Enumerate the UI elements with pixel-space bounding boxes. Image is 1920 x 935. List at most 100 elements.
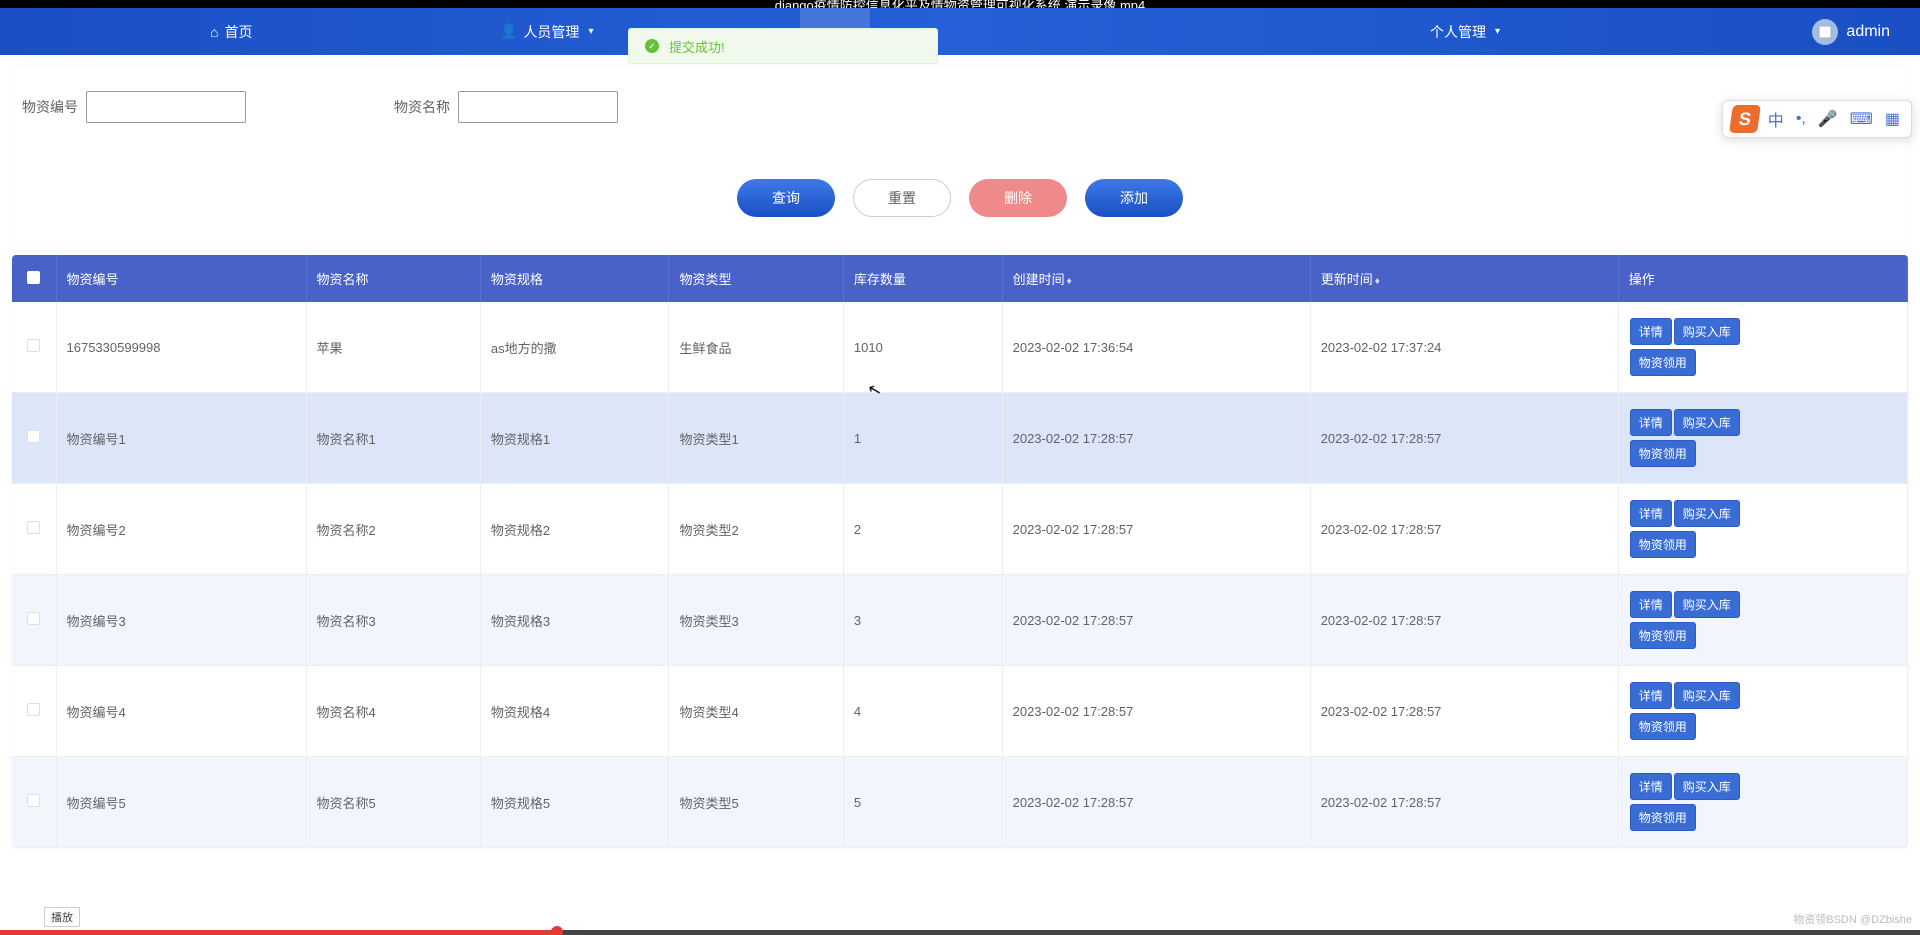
receive-button[interactable]: 物资领用 [1630,713,1696,740]
detail-button[interactable]: 详情 [1630,682,1672,709]
table-row[interactable]: 物资编号5物资名称5物资规格5物资类型552023-02-02 17:28:57… [12,757,1908,848]
detail-button[interactable]: 详情 [1630,773,1672,800]
sort-icon: ♦ [1375,276,1380,287]
cell-stock: 3 [843,575,1002,666]
cell-created: 2023-02-02 17:28:57 [1002,666,1310,757]
cell-spec: 物资规格1 [480,393,669,484]
ime-punct-icon[interactable]: •, [1793,110,1809,128]
select-all-checkbox[interactable] [27,271,40,284]
detail-button[interactable]: 详情 [1630,500,1672,527]
success-toast: ✓ 提交成功! [628,28,938,64]
detail-button[interactable]: 详情 [1630,409,1672,436]
cell-spec: 物资规格5 [480,757,669,848]
ime-lang[interactable]: 中 [1765,107,1787,131]
cell-stock: 1010 [843,302,1002,393]
cell-type: 生鲜食品 [669,302,843,393]
reset-button[interactable]: 重置 [853,179,951,217]
cell-updated: 2023-02-02 17:28:57 [1310,575,1618,666]
person-icon: 👤 [500,23,517,40]
material-name-label: 物资名称 [394,97,450,117]
receive-button[interactable]: 物资领用 [1630,440,1696,467]
cell-created: 2023-02-02 17:28:57 [1002,393,1310,484]
row-checkbox[interactable] [27,612,40,625]
row-checkbox[interactable] [27,430,40,443]
search-panel: 物资编号 物资名称 查询 重置 删除 添加 [12,67,1908,241]
table-row[interactable]: 物资编号1物资名称1物资规格1物资类型112023-02-02 17:28:57… [12,393,1908,484]
cell-code: 物资编号4 [56,666,306,757]
buyin-button[interactable]: 购买入库 [1674,591,1740,618]
video-scrubber[interactable] [551,926,563,935]
table-row[interactable]: 物资编号3物资名称3物资规格3物资类型332023-02-02 17:28:57… [12,575,1908,666]
receive-button[interactable]: 物资领用 [1630,531,1696,558]
avatar [1812,19,1838,45]
cell-type: 物资类型3 [669,575,843,666]
buyin-button[interactable]: 购买入库 [1674,500,1740,527]
main-header: ⌂ 首页 👤 人员管理 ▾ 个人管理 ▾ admin [0,8,1920,55]
table-row[interactable]: 1675330599998苹果as地方的撒生鲜食品10102023-02-02 … [12,302,1908,393]
receive-button[interactable]: 物资领用 [1630,349,1696,376]
watermark: 物资领BSDN @DZbishe [1793,911,1912,927]
cell-name: 物资名称2 [306,484,480,575]
col-code[interactable]: 物资编号 [56,255,306,302]
cell-updated: 2023-02-02 17:28:57 [1310,666,1618,757]
material-code-input[interactable] [86,91,246,123]
row-checkbox[interactable] [27,703,40,716]
material-name-input[interactable] [458,91,618,123]
username: admin [1846,23,1890,41]
row-checkbox[interactable] [27,794,40,807]
cell-type: 物资类型4 [669,666,843,757]
toast-text: 提交成功! [669,37,725,56]
add-button[interactable]: 添加 [1085,179,1183,217]
home-icon: ⌂ [210,24,218,40]
detail-button[interactable]: 详情 [1630,591,1672,618]
buyin-button[interactable]: 购买入库 [1674,773,1740,800]
buyin-button[interactable]: 购买入库 [1674,318,1740,345]
cell-actions: 详情购买入库物资领用 [1618,302,1907,393]
cell-code: 物资编号1 [56,393,306,484]
cell-spec: 物资规格3 [480,575,669,666]
col-spec[interactable]: 物资规格 [480,255,669,302]
nav-home-label: 首页 [224,22,252,42]
cell-stock: 1 [843,393,1002,484]
grid-icon[interactable]: ▦ [1882,109,1903,129]
receive-button[interactable]: 物资领用 [1630,622,1696,649]
col-name[interactable]: 物资名称 [306,255,480,302]
col-type[interactable]: 物资类型 [669,255,843,302]
data-table-wrap: 物资编号 物资名称 物资规格 物资类型 库存数量 创建时间♦ 更新时间♦ 操作 … [12,255,1908,848]
nav-personal-mgmt[interactable]: 个人管理 ▾ [1410,8,1520,55]
detail-button[interactable]: 详情 [1630,318,1672,345]
nav-people-label: 人员管理 [523,22,579,42]
cell-actions: 详情购买入库物资领用 [1618,393,1907,484]
table-row[interactable]: 物资编号2物资名称2物资规格2物资类型222023-02-02 17:28:57… [12,484,1908,575]
cell-updated: 2023-02-02 17:28:57 [1310,757,1618,848]
cell-code: 1675330599998 [56,302,306,393]
ime-toolbar[interactable]: S 中 •, 🎤 ⌨ ▦ [1722,100,1912,138]
buyin-button[interactable]: 购买入库 [1674,682,1740,709]
cell-actions: 详情购买入库物资领用 [1618,575,1907,666]
cell-updated: 2023-02-02 17:28:57 [1310,393,1618,484]
microphone-icon[interactable]: 🎤 [1815,109,1841,129]
video-play-tooltip: 播放 [44,907,80,927]
nav-people-mgmt[interactable]: 👤 人员管理 ▾ [480,8,613,55]
table-row[interactable]: 物资编号4物资名称4物资规格4物资类型442023-02-02 17:28:57… [12,666,1908,757]
cell-name: 物资名称5 [306,757,480,848]
user-badge[interactable]: admin [1812,19,1890,45]
col-updated[interactable]: 更新时间♦ [1310,255,1618,302]
nav-home[interactable]: ⌂ 首页 [190,22,272,42]
row-checkbox[interactable] [27,521,40,534]
query-button[interactable]: 查询 [737,179,835,217]
cell-code: 物资编号2 [56,484,306,575]
video-progress-bar[interactable] [0,930,1920,935]
col-created[interactable]: 创建时间♦ [1002,255,1310,302]
row-checkbox[interactable] [27,339,40,352]
col-stock[interactable]: 库存数量 [843,255,1002,302]
keyboard-icon[interactable]: ⌨ [1847,109,1876,129]
window-title-bar: django疫情防控信息化平及情物资管理可视化系统 演示录像.mp4 [0,0,1920,8]
receive-button[interactable]: 物资领用 [1630,804,1696,831]
cell-spec: 物资规格4 [480,666,669,757]
delete-button[interactable]: 删除 [969,179,1067,217]
cell-type: 物资类型5 [669,757,843,848]
buyin-button[interactable]: 购买入库 [1674,409,1740,436]
chevron-down-icon: ▾ [588,26,593,37]
cell-name: 物资名称1 [306,393,480,484]
